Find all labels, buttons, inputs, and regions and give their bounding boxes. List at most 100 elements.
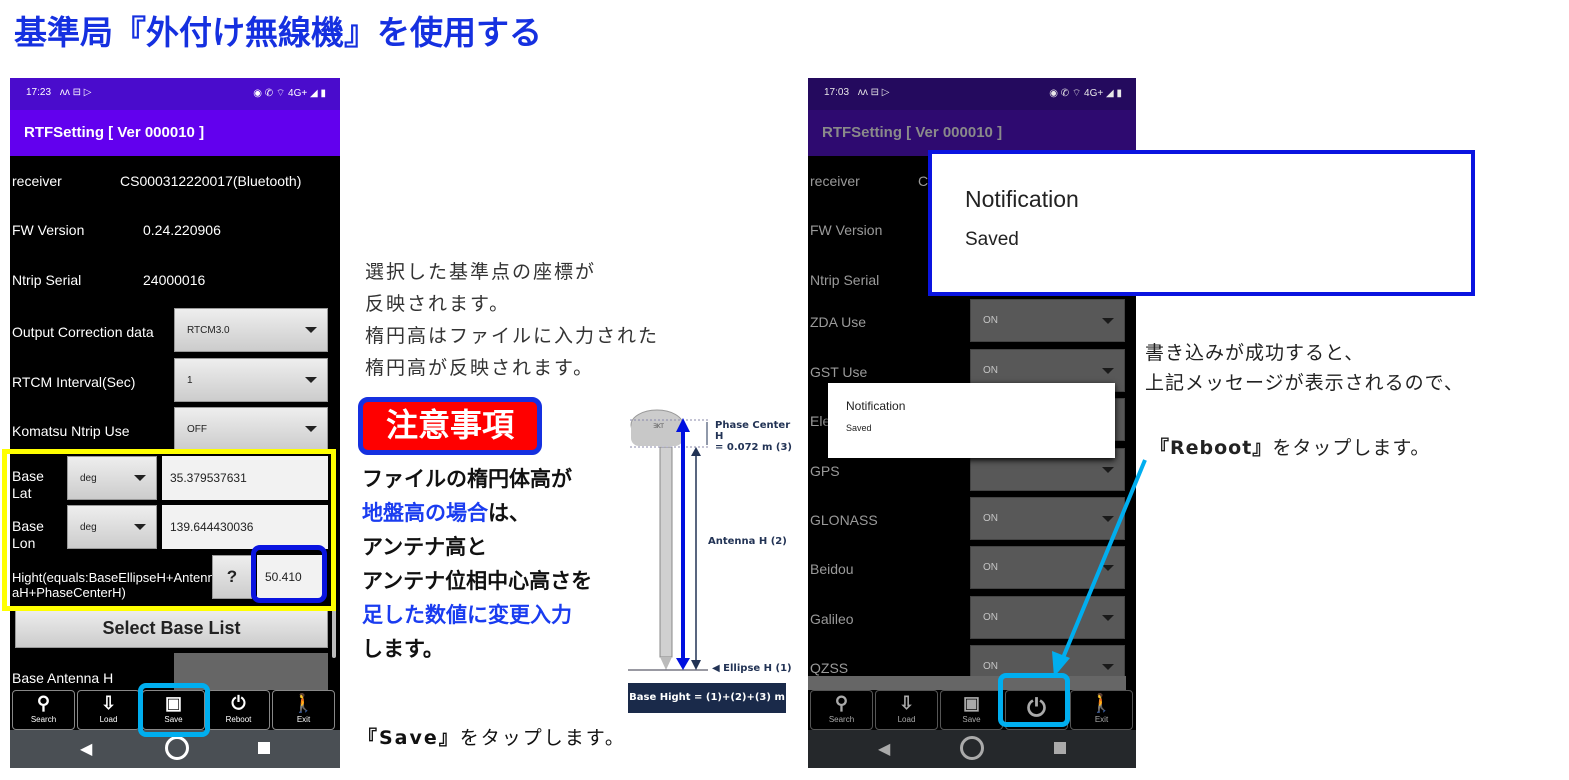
base-antenna-h-label: Base Antenna H bbox=[12, 670, 114, 686]
dialog-title: Notification bbox=[965, 186, 1079, 212]
load-icon: ⇩ bbox=[100, 693, 117, 713]
load-icon: ⇩ bbox=[898, 693, 915, 713]
dropdown-value: ON bbox=[983, 562, 998, 573]
hight-highlight-box bbox=[251, 545, 327, 603]
setting-label: Beidou bbox=[810, 561, 854, 577]
output-correction-dropdown[interactable]: RTCM3.0 bbox=[174, 308, 328, 352]
caution-line: ファイルの楕円体高が bbox=[362, 467, 572, 491]
back-icon[interactable]: ◀ bbox=[80, 739, 92, 759]
caption-line: 選択した基準点の座標が bbox=[365, 261, 597, 283]
exit-icon: 🚶 bbox=[292, 693, 315, 713]
rtcm-interval-label: RTCM Interval(Sec) bbox=[12, 374, 136, 390]
komatsu-ntrip-dropdown[interactable]: OFF bbox=[174, 407, 328, 451]
base-hight-formula: Base Hight = (1)+(2)+(3) m bbox=[628, 683, 786, 713]
receiver-label: receiver bbox=[810, 173, 860, 189]
zoomed-notification-dialog: Notification Saved bbox=[928, 150, 1475, 296]
caution-text: は、 bbox=[488, 501, 530, 525]
exit-button[interactable]: 🚶 Exit bbox=[1070, 690, 1133, 730]
left-phone-screen: 17:23 ʌʌ ⊟ ▷ ◉ ✆ ⌔ 4G+ ◢ ▮ RTFSetting [ V… bbox=[10, 78, 340, 768]
fw-version-label: FW Version bbox=[810, 222, 883, 238]
button-label: Search bbox=[828, 715, 855, 724]
setting-label: GLONASS bbox=[810, 512, 878, 528]
setting-label: GST Use bbox=[810, 364, 868, 380]
save-icon: ▣ bbox=[962, 693, 980, 713]
status-icons: ◉ ✆ ⌔ 4G+ ◢ ▮ bbox=[1049, 88, 1122, 99]
caution-line: アンテナ位相中心高さを bbox=[362, 569, 593, 593]
exit-button[interactable]: 🚶 Exit bbox=[272, 690, 335, 730]
dropdown-value: RTCM3.0 bbox=[187, 324, 230, 336]
ellipse-h-label: ◀ Ellipse H (1) bbox=[712, 663, 792, 674]
phase-center-label: Phase Center H = 0.072 m (3) bbox=[715, 420, 795, 453]
save-caption: 『Save』をタップします。 bbox=[358, 722, 626, 754]
caption-line: 楕円高が反映されます。 bbox=[365, 357, 595, 379]
recents-icon[interactable] bbox=[258, 742, 270, 754]
load-button[interactable]: ⇩ Load bbox=[875, 690, 938, 730]
caption-line: 楕円高はファイルに入力された bbox=[365, 325, 660, 347]
setting-label: GPS bbox=[810, 463, 840, 479]
receiver-value: CS000312220017(Bluetooth) bbox=[120, 173, 302, 189]
dropdown-value: 1 bbox=[187, 374, 193, 386]
caution-badge: 注意事項 bbox=[358, 397, 542, 455]
home-icon[interactable] bbox=[960, 736, 984, 760]
button-label: Exit bbox=[296, 715, 311, 724]
status-time: 17:03 bbox=[824, 87, 850, 98]
button-label: Reboot bbox=[225, 715, 252, 724]
search-icon: ⚲ bbox=[834, 693, 849, 713]
chevron-down-icon bbox=[1102, 367, 1114, 374]
caution-line: 足した数値に変更入力 bbox=[362, 603, 572, 627]
ntrip-serial-value: 24000016 bbox=[143, 272, 206, 288]
phase-center-value: = 0.072 m (3) bbox=[715, 442, 792, 453]
setting-label: Galileo bbox=[810, 611, 854, 627]
search-icon: ⚲ bbox=[36, 693, 51, 713]
phase-center-text: Phase Center H bbox=[715, 420, 791, 442]
exit-icon: 🚶 bbox=[1090, 693, 1113, 713]
app-title: RTFSetting [ Ver 000010 ] bbox=[10, 110, 340, 156]
antenna-brand: ∃KT bbox=[653, 423, 664, 430]
notification-dialog: Notification Saved bbox=[828, 383, 1115, 458]
recents-icon[interactable] bbox=[1054, 742, 1066, 754]
dropdown-value: ON bbox=[983, 661, 998, 672]
save-button[interactable]: ▣ Save bbox=[940, 690, 1003, 730]
caution-emphasis: 地盤高の場合 bbox=[362, 501, 488, 525]
caution-line: します。 bbox=[362, 637, 444, 661]
ntrip-serial-label: Ntrip Serial bbox=[12, 272, 82, 288]
chevron-down-icon bbox=[305, 377, 317, 383]
button-label: Search bbox=[30, 715, 57, 724]
save-caption-bold: 『Save』 bbox=[358, 727, 460, 749]
right-caption-line: 書き込みが成功すると、 bbox=[1145, 342, 1365, 364]
search-button[interactable]: ⚲ Search bbox=[12, 690, 75, 730]
status-icons: ◉ ✆ ⌔ 4G+ ◢ ▮ bbox=[253, 88, 326, 99]
reboot-caption-bold: 『Reboot』 bbox=[1150, 437, 1273, 459]
dropdown-value: ON bbox=[983, 315, 998, 326]
right-caption-line: 上記メッセージが表示されるので、 bbox=[1145, 372, 1464, 394]
chevron-down-icon bbox=[1102, 317, 1114, 324]
button-label: Load bbox=[897, 715, 916, 724]
dropdown-value: ON bbox=[983, 513, 998, 524]
status-time: 17:23 bbox=[26, 87, 52, 98]
dropdown-value: OFF bbox=[187, 423, 207, 435]
setting-dropdown[interactable]: ON bbox=[970, 299, 1125, 342]
status-bar: 17:23 ʌʌ ⊟ ▷ ◉ ✆ ⌔ 4G+ ◢ ▮ bbox=[10, 78, 340, 110]
reboot-button[interactable]: ⏻ Reboot bbox=[207, 690, 270, 730]
output-correction-label: Output Correction data bbox=[12, 324, 154, 340]
fw-version-label: FW Version bbox=[12, 222, 85, 238]
home-icon[interactable] bbox=[165, 736, 189, 760]
back-icon[interactable]: ◀ bbox=[878, 739, 890, 759]
dialog-message: Saved bbox=[846, 423, 872, 433]
reboot-caption: 『Reboot』をタップします。 bbox=[1150, 432, 1430, 464]
chevron-down-icon bbox=[305, 327, 317, 333]
dropdown-value: ON bbox=[983, 612, 998, 623]
ntrip-serial-label: Ntrip Serial bbox=[810, 272, 880, 288]
select-base-list-button[interactable]: Select Base List bbox=[15, 608, 328, 648]
power-icon: ⏻ bbox=[231, 693, 246, 713]
rtcm-interval-dropdown[interactable]: 1 bbox=[174, 358, 328, 402]
button-label: Exit bbox=[1094, 715, 1109, 724]
setting-label: ZDA Use bbox=[810, 314, 867, 330]
status-bar: 17:03 ʌʌ ⊟ ▷ ◉ ✆ ⌔ 4G+ ◢ ▮ bbox=[808, 78, 1136, 110]
load-button[interactable]: ⇩ Load bbox=[77, 690, 140, 730]
button-label: Save bbox=[962, 715, 981, 724]
dialog-message: Saved bbox=[965, 229, 1019, 250]
pointer-arrow bbox=[1052, 459, 1147, 677]
search-button[interactable]: ⚲ Search bbox=[810, 690, 873, 730]
caption-line: 反映されます。 bbox=[365, 293, 511, 315]
